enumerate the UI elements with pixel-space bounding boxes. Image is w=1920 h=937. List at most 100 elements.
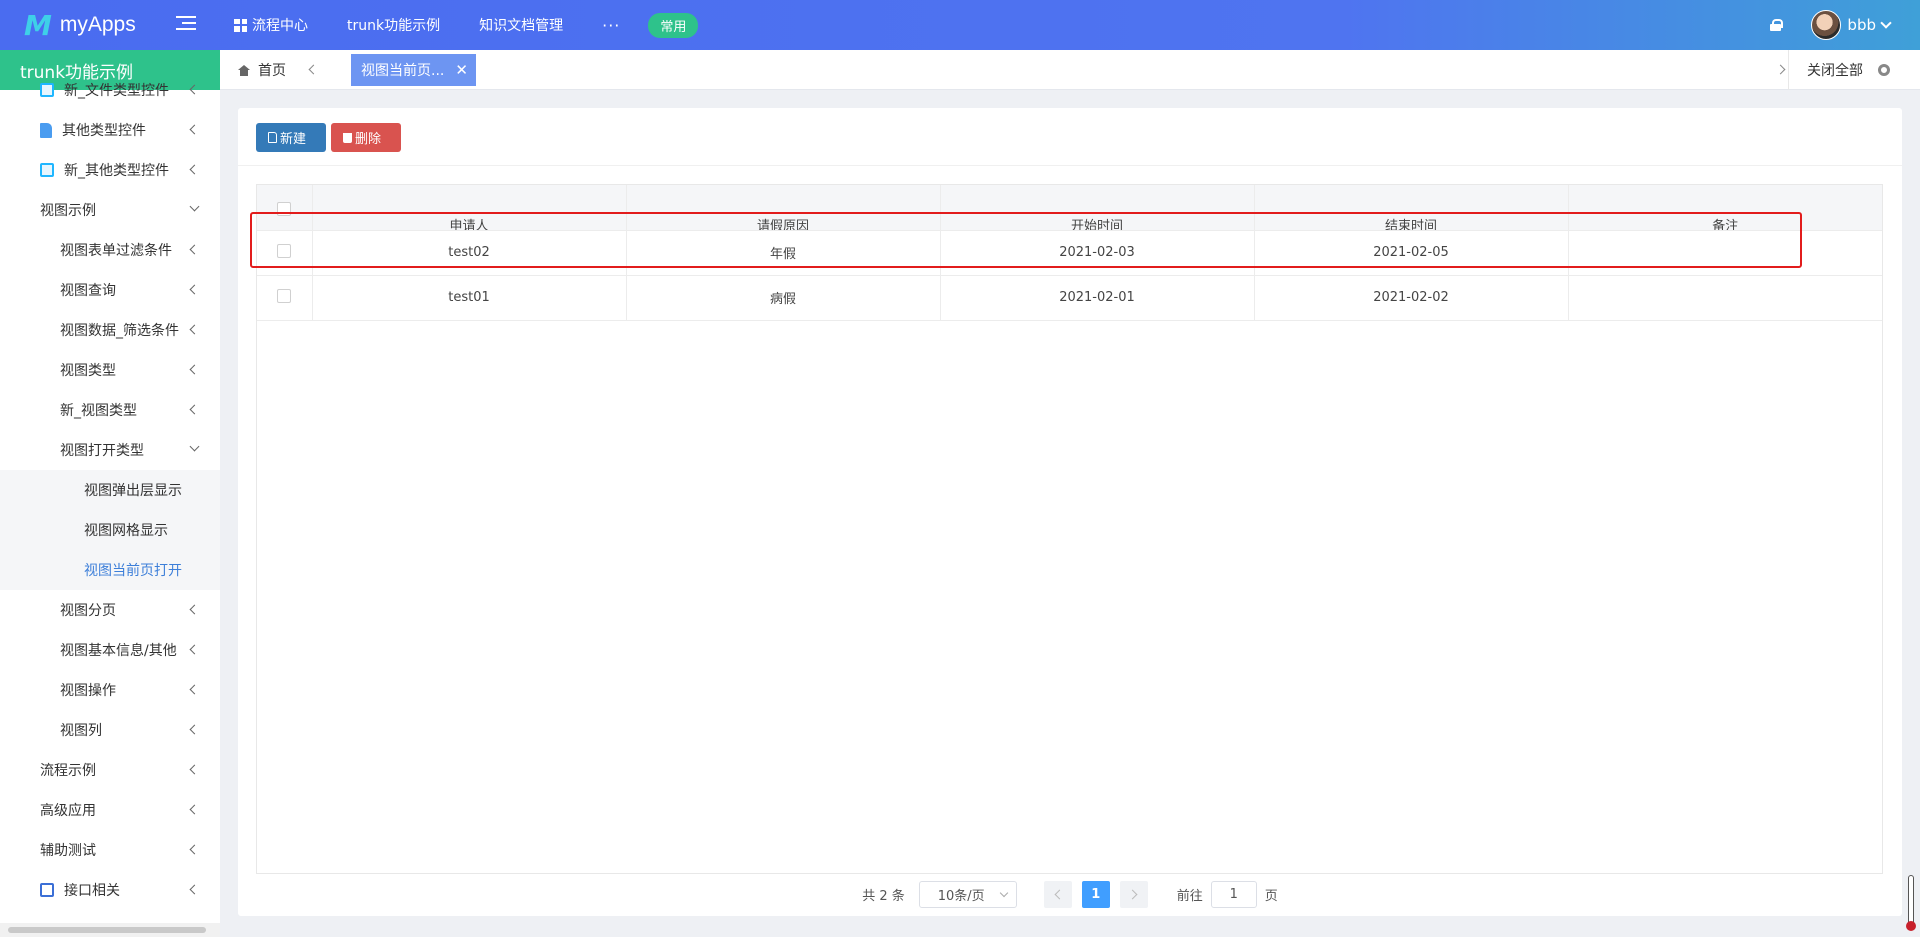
sidebar-item-label: 视图当前页打开 — [84, 563, 182, 579]
sidebar-item-view-basic-info[interactable]: 视图基本信息/其他 — [0, 630, 220, 670]
tab-home[interactable]: 首页 — [238, 50, 286, 90]
sidebar-item-label: 视图基本信息/其他 — [60, 643, 177, 659]
sidebar-item-label: 其他类型控件 — [62, 123, 146, 139]
sidebar-item-view-grid[interactable]: 视图网格显示 — [0, 510, 220, 550]
new-button-label: 新建 — [280, 132, 307, 147]
avatar[interactable] — [1811, 10, 1842, 40]
close-all-button[interactable]: 关闭全部 — [1788, 50, 1890, 90]
sidebar-scrollbar[interactable] — [0, 923, 220, 937]
pagination: 共 2 条 10条/页 1 前往 页 — [238, 880, 1902, 908]
menu-toggle-icon[interactable] — [176, 16, 196, 34]
chevron-left-icon — [189, 124, 200, 135]
sidebar-item-label: 视图查询 — [60, 283, 116, 299]
logo-mark: M — [24, 8, 52, 42]
prev-page-button[interactable] — [1043, 880, 1072, 908]
nav-item-knowledge-docs[interactable]: 知识文档管理 — [479, 15, 563, 35]
lock-icon[interactable] — [1770, 19, 1784, 31]
control-icon — [40, 83, 54, 97]
sidebar-item-label: 视图操作 — [60, 683, 116, 699]
nav-item-label: 知识文档管理 — [479, 18, 564, 34]
row-checkbox[interactable] — [277, 243, 292, 258]
chevron-left-icon — [189, 764, 200, 775]
sidebar-item-process-examples[interactable]: 流程示例 — [0, 750, 220, 790]
column-header[interactable]: 申请人 — [312, 185, 627, 231]
sidebar-item-view-examples[interactable]: 视图示例 — [0, 190, 220, 230]
chevron-down-icon[interactable] — [1880, 17, 1892, 29]
scroll-left-icon[interactable] — [308, 64, 319, 75]
chevron-left-icon — [189, 884, 200, 895]
control-icon — [40, 163, 54, 177]
sidebar-item-view-popup[interactable]: 视图弹出层显示 — [0, 470, 220, 510]
sidebar-item-new-other-controls[interactable]: 新_其他类型控件 — [0, 150, 220, 190]
sidebar-item-advanced[interactable]: 高级应用 — [0, 790, 220, 830]
nav-item-trunk-demo[interactable]: trunk功能示例 — [347, 15, 440, 35]
app-name: myApps — [59, 13, 136, 36]
page-number-current[interactable]: 1 — [1081, 880, 1110, 908]
close-icon[interactable]: ✕ — [455, 61, 468, 79]
sidebar-item-view-paging[interactable]: 视图分页 — [0, 590, 220, 630]
chevron-down-icon — [189, 201, 200, 212]
sidebar-item-label: 视图网格显示 — [84, 523, 168, 539]
table-row[interactable]: test01 病假 2021-02-01 2021-02-02 — [257, 275, 1882, 321]
grid-icon — [234, 18, 247, 32]
column-header[interactable]: 请假原因 — [626, 185, 941, 231]
sidebar-item-new-view-types[interactable]: 新_视图类型 — [0, 390, 220, 430]
page-size-select[interactable]: 10条/页 — [918, 880, 1017, 908]
sidebar-item-view-actions[interactable]: 视图操作 — [0, 670, 220, 710]
username[interactable]: bbb — [1847, 16, 1876, 34]
sidebar-item-view-open-types[interactable]: 视图打开类型 — [0, 430, 220, 470]
nav-item-process-center[interactable]: 流程中心 — [234, 15, 308, 35]
column-header[interactable]: 开始时间 — [940, 185, 1255, 231]
top-nav: 流程中心 trunk功能示例 知识文档管理 ··· 常用 — [234, 0, 699, 50]
toolbar: 新建 删除 — [238, 108, 1902, 166]
goto-page-input[interactable] — [1210, 880, 1257, 908]
sidebar-item-view-types[interactable]: 视图类型 — [0, 350, 220, 390]
sidebar-item-view-query[interactable]: 视图查询 — [0, 270, 220, 310]
goto-suffix: 页 — [1264, 888, 1278, 904]
sidebar-item-aux-testing[interactable]: 辅助测试 — [0, 830, 220, 870]
top-bar: M myApps 流程中心 trunk功能示例 知识文档管理 ··· 常用 bb… — [0, 0, 1920, 50]
sidebar-item-api[interactable]: 接口相关 — [0, 870, 220, 910]
sidebar-item-label: 视图表单过滤条件 — [60, 243, 172, 259]
next-page-button[interactable] — [1119, 880, 1148, 908]
sidebar-item-label: 高级应用 — [40, 803, 96, 819]
row-checkbox[interactable] — [277, 288, 292, 303]
sidebar-item-other-controls[interactable]: 其他类型控件 — [0, 110, 220, 150]
sidebar-item-view-columns[interactable]: 视图列 — [0, 710, 220, 750]
app-logo[interactable]: M myApps — [0, 9, 180, 42]
chevron-left-icon — [189, 684, 200, 695]
file-icon — [268, 132, 277, 143]
column-header[interactable]: 备注 — [1568, 185, 1882, 231]
sidebar-item-label: 视图示例 — [40, 203, 96, 219]
tab-view-current-page[interactable]: 视图当前页... ✕ — [351, 54, 476, 86]
column-header[interactable]: 结束时间 — [1254, 185, 1569, 231]
sidebar-item-view-current-page[interactable]: 视图当前页打开 — [0, 550, 220, 590]
row-select-cell — [257, 230, 313, 276]
chevron-left-icon — [189, 244, 200, 255]
tabs-bar: 首页 视图当前页... ✕ 关闭全部 — [220, 50, 1920, 90]
new-button[interactable]: 新建 — [256, 123, 326, 152]
cell-note — [1568, 275, 1882, 321]
sidebar-item-view-data-filter[interactable]: 视图数据_筛选条件 — [0, 310, 220, 350]
sidebar-menu: 新_文件类型控件 其他类型控件 新_其他类型控件 视图示例 视图表单过滤条件 视… — [0, 70, 220, 910]
sidebar-item-label: 视图数据_筛选条件 — [60, 323, 179, 339]
api-icon — [40, 883, 54, 897]
gear-icon[interactable] — [1878, 64, 1890, 76]
chevron-left-icon — [189, 604, 200, 615]
total-count: 共 2 条 — [862, 888, 905, 904]
delete-button[interactable]: 删除 — [331, 123, 401, 152]
sidebar-item-view-form-filter[interactable]: 视图表单过滤条件 — [0, 230, 220, 270]
chevron-left-icon — [189, 804, 200, 815]
scroll-right-icon[interactable] — [1775, 64, 1786, 75]
favorites-pill[interactable]: 常用 — [648, 12, 699, 38]
sidebar-item-label: 流程示例 — [40, 763, 96, 779]
chevron-left-icon — [189, 164, 200, 175]
select-all-cell — [257, 185, 313, 231]
sidebar: trunk功能示例 新_文件类型控件 其他类型控件 新_其他类型控件 视图示例 … — [0, 50, 220, 937]
select-all-checkbox[interactable] — [277, 201, 292, 216]
table-row[interactable]: test02 年假 2021-02-03 2021-02-05 — [257, 230, 1882, 276]
more-icon[interactable]: ··· — [602, 16, 620, 35]
cell-reason: 病假 — [626, 275, 941, 321]
table-header: 申请人 请假原因 开始时间 结束时间 备注 — [257, 185, 1882, 231]
sidebar-item-new-file-controls[interactable]: 新_文件类型控件 — [0, 70, 220, 110]
